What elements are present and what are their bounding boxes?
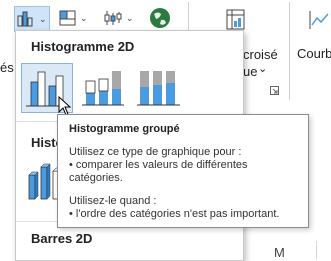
column-chart-icon	[17, 11, 33, 27]
tooltip-title: Histogramme groupé	[69, 123, 180, 135]
ribbon-label-pivot-2: ue	[243, 64, 258, 79]
dialog-launcher-icon[interactable]	[270, 86, 279, 95]
ribbon-separator	[289, 2, 290, 100]
line-sparkline-icon	[309, 11, 329, 29]
tooltip-line: • comparer les valeurs de différentes	[69, 159, 248, 171]
hierarchy-chart-icon	[59, 10, 76, 26]
line-sparkline-button[interactable]	[308, 8, 330, 32]
insert-hierarchy-chart-button[interactable]: ⌄	[58, 6, 92, 30]
insert-column-chart-button[interactable]: ⌄	[14, 6, 50, 32]
tooltip-line: Utilisez ce type de graphique pour :	[69, 146, 242, 158]
pivot-chart-icon	[226, 9, 245, 30]
chevron-down-icon[interactable]: ⌄	[258, 62, 267, 75]
sparkline-label: Courb	[297, 46, 331, 61]
stacked-column-icon	[82, 71, 124, 106]
chevron-down-icon: ⌄	[80, 12, 88, 23]
column-border	[316, 241, 317, 259]
statistic-chart-icon	[104, 11, 122, 25]
column-header[interactable]: M	[274, 245, 285, 260]
chevron-down-icon: ⌄	[126, 12, 134, 23]
ribbon-label-pivot: croisé	[243, 47, 278, 62]
chevron-down-icon: ⌄	[39, 13, 47, 24]
maps-button[interactable]	[148, 6, 174, 30]
globe-icon	[150, 8, 170, 28]
stacked-column-option[interactable]	[78, 63, 128, 111]
ribbon-label-partial: és	[0, 60, 14, 75]
section-histogramme-2d: Histogramme 2D	[31, 39, 135, 54]
tooltip-line: Utilisez-le quand :	[69, 195, 157, 207]
tooltip-line: catégories.	[69, 172, 123, 184]
insert-statistic-chart-button[interactable]: ⌄	[102, 6, 136, 30]
tooltip-line: • l'ordre des catégories n'est pas impor…	[69, 208, 280, 220]
100-stacked-column-option[interactable]	[134, 63, 184, 111]
pivot-chart-button[interactable]	[226, 8, 248, 32]
chart-type-tooltip: Histogramme groupé Utilisez ce type de g…	[57, 114, 309, 228]
100-stacked-column-icon	[137, 71, 180, 106]
section-barres-2d: Barres 2D	[31, 231, 93, 246]
mouse-pointer-icon	[58, 96, 72, 116]
